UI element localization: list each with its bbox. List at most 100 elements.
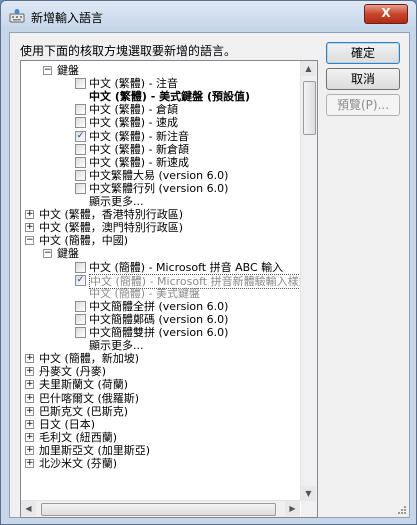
tree-item-label: 中文 (簡體) - 美式鍵盤 [89, 286, 201, 300]
tree-row[interactable]: − 鍵盤 [21, 64, 300, 77]
close-button[interactable]: X [364, 4, 408, 24]
expand-icon[interactable]: + [25, 380, 34, 390]
scroll-right-button[interactable]: ▶ [285, 501, 300, 516]
expand-icon[interactable]: + [25, 393, 34, 403]
language-checkbox[interactable] [75, 156, 86, 168]
tree-item-label: 顯示更多... [89, 339, 144, 353]
tree-row[interactable]: 中文 (繁體) - 速成 [21, 116, 300, 129]
tree-item-label: 巴什喀爾文 (俄羅斯) [39, 391, 140, 405]
language-checkbox[interactable] [75, 327, 86, 338]
tree-row[interactable]: 中文 (繁體) - 新速成 [21, 156, 300, 169]
tree-item-label: 中文 (繁體) - 美式鍵盤 (預設值) [89, 90, 250, 104]
title-bar[interactable]: 新增輸入語言 X [1, 1, 416, 31]
language-tree[interactable]: − 鍵盤 中文 (繁體) - 注音 中文 (繁體) - 美式鍵盤 (預設值) 中文 (繁… [20, 60, 318, 518]
tree-item-label: 中文 (繁體) - 速成 [89, 116, 179, 130]
scroll-down-button[interactable]: ▼ [301, 486, 316, 501]
tree-item-label: 日文 (日本) [39, 417, 96, 431]
tree-item-label: 鍵盤 [57, 64, 79, 77]
scroll-up-button[interactable]: ▲ [301, 61, 316, 76]
resize-grip-icon[interactable] [397, 505, 407, 515]
collapse-icon[interactable]: − [43, 249, 52, 259]
tree-row[interactable]: + 巴斯克文 (巴斯克) [21, 405, 300, 418]
scroll-corner [301, 501, 317, 517]
tree-item-label: 中文 (繁體) - 新倉頡 [89, 142, 190, 156]
cancel-button[interactable]: 取消 [326, 68, 400, 90]
language-checkbox[interactable] [75, 117, 86, 129]
tree-row[interactable]: + 巴什喀爾文 (俄羅斯) [21, 392, 300, 405]
horizontal-scroll-thumb[interactable] [41, 503, 276, 516]
scroll-left-button[interactable]: ◀ [21, 501, 36, 516]
tree-row[interactable]: + 丹麥文 (丹麥) [21, 365, 300, 378]
tree-item-label: 鍵盤 [57, 247, 79, 261]
tree-item-label: 中文簡體雙拼 (version 6.0) [89, 326, 229, 339]
expand-icon[interactable]: + [25, 210, 34, 220]
tree-row[interactable]: ✓ 中文 (簡體) - Microsoft 拼音新體驗輸入樣式 [21, 273, 311, 289]
tree-row[interactable]: 中文簡體全拼 (version 6.0) [21, 300, 300, 313]
tree-row[interactable]: − 中文 (簡體，中國) [21, 234, 300, 247]
tree-row[interactable]: + 中文 (繁體，澳門特別行政區) [21, 221, 300, 234]
language-checkbox[interactable]: ✓ [75, 130, 86, 142]
tree-item-label: 中文 (簡體，新加坡) [39, 352, 140, 366]
tree-row[interactable]: 中文繁體大易 (version 6.0) [21, 169, 300, 182]
tree-row[interactable]: + 北沙米文 (芬蘭) [21, 457, 300, 470]
tree-row[interactable]: 中文簡體鄭碼 (version 6.0) [21, 313, 300, 326]
tree-row[interactable]: + 加里斯亞文 (加里斯亞) [21, 444, 300, 457]
preview-button[interactable]: 預覽(P)... [326, 94, 400, 116]
tree-row[interactable]: + 中文 (簡體，新加坡) [21, 352, 300, 365]
tree-row[interactable]: − 鍵盤 [21, 247, 300, 260]
ok-button[interactable]: 確定 [326, 42, 400, 64]
tree-row[interactable]: + 中文 (繁體，香港特別行政區) [21, 208, 300, 221]
expand-icon[interactable]: + [25, 406, 34, 416]
tree-row[interactable]: 中文 (繁體) - 倉頡 [21, 103, 300, 116]
expand-icon[interactable]: + [25, 459, 34, 468]
tree-row[interactable]: 中文 (繁體) - 新倉頡 [21, 143, 300, 156]
tree-item-label: 北沙米文 (芬蘭) [39, 457, 118, 470]
expand-icon[interactable]: + [25, 445, 34, 455]
language-checkbox[interactable] [75, 78, 86, 90]
language-checkbox[interactable] [75, 313, 86, 325]
tree-row[interactable]: 顯示更多... [21, 195, 300, 208]
tree-item-label: 中文 (簡體，中國) [39, 234, 129, 248]
language-checkbox[interactable]: ✓ [75, 274, 86, 286]
expand-icon[interactable]: + [25, 354, 34, 364]
tree-item-label: 中文 (繁體) - 新注音 [89, 129, 190, 143]
tree-item-label: 顯示更多... [89, 195, 144, 208]
instruction-text: 使用下面的核取方塊選取要新增的語言。 [20, 44, 237, 58]
tree-item-label: 中文 (繁體) - 倉頡 [89, 103, 179, 117]
tree-item-label: 中文 (繁體，澳門特別行政區) [39, 221, 184, 235]
tree-row[interactable]: 中文 (繁體) - 美式鍵盤 (預設值) [21, 90, 300, 103]
tree-row[interactable]: + 夫里斯蘭文 (荷蘭) [21, 378, 300, 391]
language-checkbox[interactable] [75, 261, 86, 273]
tree-row[interactable]: 中文 (簡體) - 美式鍵盤 [21, 287, 300, 300]
tree-row[interactable]: ✓ 中文 (繁體) - 新注音 [21, 130, 300, 143]
tree-item-label: 中文簡體全拼 (version 6.0) [89, 299, 229, 313]
vertical-scrollbar[interactable]: ▲ ▼ [300, 61, 317, 501]
tree-row[interactable]: + 毛利文 (紐西蘭) [21, 431, 300, 444]
tree-item-label: 中文繁體大易 (version 6.0) [89, 168, 229, 182]
expand-icon[interactable]: + [25, 367, 34, 377]
collapse-icon[interactable]: − [43, 66, 52, 75]
vertical-scroll-thumb[interactable] [303, 81, 316, 135]
tree-row[interactable]: + 日文 (日本) [21, 418, 300, 431]
tree-row[interactable]: 中文繁體行列 (version 6.0) [21, 182, 300, 195]
language-checkbox[interactable] [75, 300, 86, 312]
expand-icon[interactable]: + [25, 223, 34, 233]
language-checkbox[interactable] [75, 169, 86, 181]
expand-icon[interactable]: + [25, 419, 34, 429]
tree-item-label: 中文 (簡體) - Microsoft 拼音 ABC 輸入 [89, 260, 284, 274]
tree-row[interactable]: 中文 (繁體) - 注音 [21, 77, 300, 90]
language-checkbox[interactable] [75, 182, 86, 194]
dialog-window: 新增輸入語言 X 使用下面的核取方塊選取要新增的語言。 − 鍵盤 中文 (繁體) -… [0, 0, 417, 525]
language-checkbox[interactable] [75, 143, 86, 155]
tree-row[interactable]: 中文簡體雙拼 (version 6.0) [21, 326, 300, 339]
tree-content: − 鍵盤 中文 (繁體) - 注音 中文 (繁體) - 美式鍵盤 (預設值) 中文 (繁… [21, 61, 311, 501]
tree-item-label: 巴斯克文 (巴斯克) [39, 404, 129, 418]
language-checkbox[interactable] [75, 104, 86, 116]
expand-icon[interactable]: + [25, 432, 34, 442]
tree-item-label: 毛利文 (紐西蘭) [39, 430, 118, 444]
tree-row[interactable]: 中文 (簡體) - Microsoft 拼音 ABC 輸入 [21, 261, 300, 274]
collapse-icon[interactable]: − [25, 236, 34, 246]
keyboard-app-icon [9, 9, 25, 23]
tree-row[interactable]: 顯示更多... [21, 339, 300, 352]
horizontal-scrollbar[interactable]: ◀ ▶ [21, 500, 300, 517]
